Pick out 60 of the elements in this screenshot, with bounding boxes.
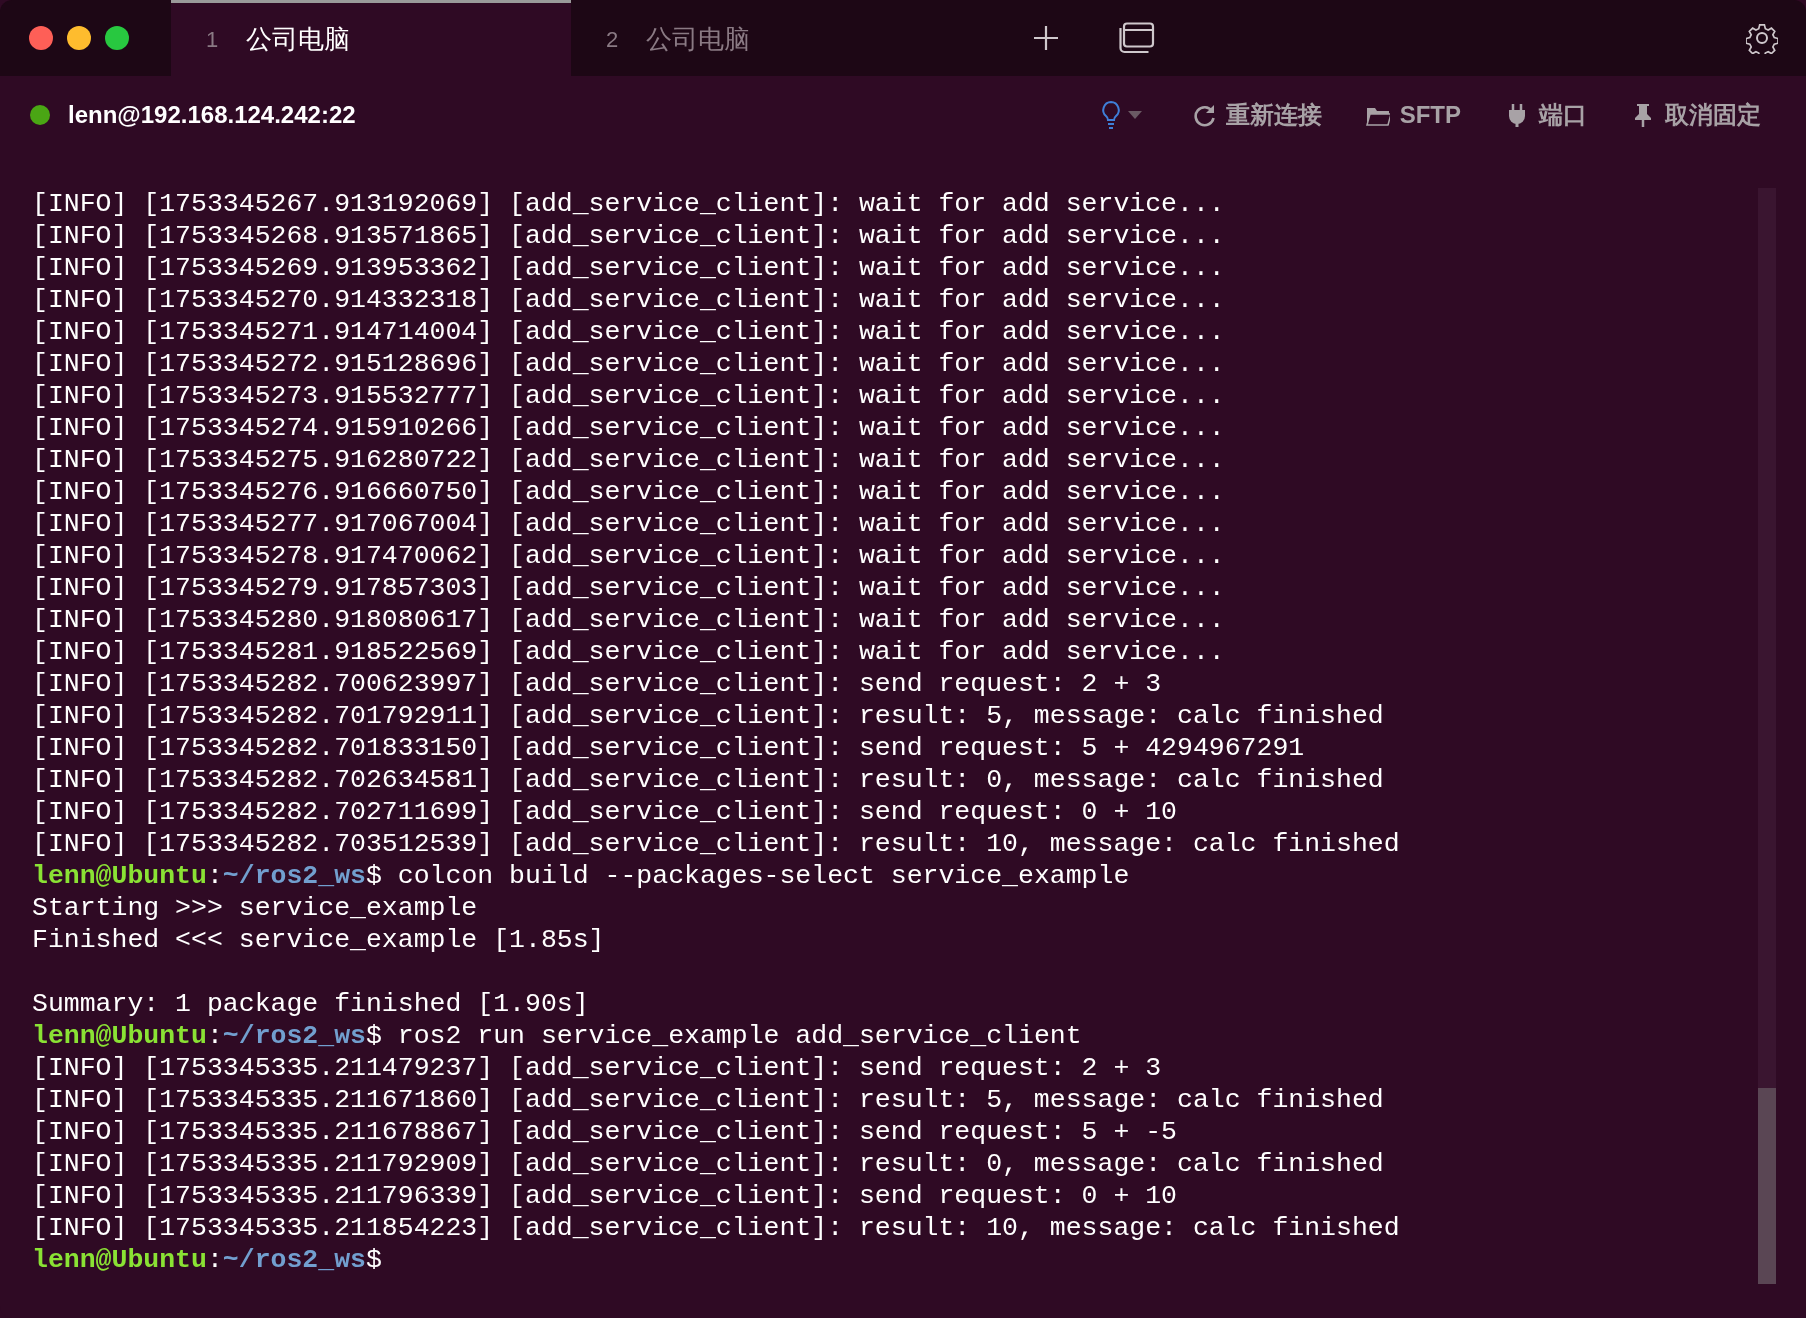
output-line: [INFO] [1753345273.915532777] [add_service_client]: wait for add service... [32,381,1225,411]
output-line: [INFO] [1753345282.703512539] [add_service_client]: result: 10, message: calc finished [32,829,1400,859]
unpin-button[interactable]: 取消固定 [1631,99,1761,131]
output-line: [INFO] [1753345335.211479237] [add_service_client]: send request: 2 + 3 [32,1053,1162,1083]
output-line: [INFO] [1753345274.915910266] [add_service_client]: wait for add service... [32,413,1225,443]
output-line: [INFO] [1753345270.914332318] [add_service_client]: wait for add service... [32,285,1225,315]
output-line: [INFO] [1753345335.211671860] [add_service_client]: result: 5, message: calc finished [32,1085,1384,1115]
windows-icon[interactable] [1119,22,1155,54]
prompt-user: lenn@Ubuntu [32,861,207,891]
output-line: [INFO] [1753345335.211796339] [add_service_client]: send request: 0 + 10 [32,1181,1177,1211]
caret-icon[interactable] [1127,111,1142,119]
prompt-symbol: $ [365,1245,382,1275]
output-line: Starting >>> service_example [32,893,478,923]
output-line: [INFO] [1753345278.917470062] [add_service_client]: wait for add service... [32,541,1225,571]
prompt-path: ~/ros2_ws [222,1021,366,1051]
output-line: [INFO] [1753345269.913953362] [add_service_client]: wait for add service... [32,253,1225,283]
output-line: [INFO] [1753345276.916660750] [add_service_client]: wait for add service... [32,477,1225,507]
output-line: [INFO] [1753345335.211792909] [add_service_client]: result: 0, message: calc finished [32,1149,1384,1179]
lightbulb-icon[interactable] [1099,100,1122,130]
tab[interactable]: 1 公司电脑 [171,0,571,76]
output-line: [INFO] [1753345282.702634581] [add_service_client]: result: 0, message: calc finished [32,765,1384,795]
output-line: [INFO] [1753345268.913571865] [add_service_client]: wait for add service... [32,221,1225,251]
output-line: [INFO] [1753345275.916280722] [add_service_client]: wait for add service... [32,445,1225,475]
output-line: Finished <<< service_example [1.85s] [32,925,605,955]
output-line: [INFO] [1753345282.702711699] [add_service_client]: send request: 0 + 10 [32,797,1177,827]
zoom-button[interactable] [105,26,129,50]
output-line: [INFO] [1753345335.211854223] [add_service_client]: result: 10, message: calc finished [32,1213,1400,1243]
host-address: lenn@192.168.124.242:22 [68,101,356,129]
output-line: [INFO] [1753345271.914714004] [add_service_client]: wait for add service... [32,317,1225,347]
plus-icon[interactable] [1032,24,1060,52]
output-line: [INFO] [1753345280.918080617] [add_service_client]: wait for add service... [32,605,1225,635]
settings-icon[interactable] [1746,22,1778,54]
output-line: [INFO] [1753345282.700623997] [add_service_client]: send request: 2 + 3 [32,669,1162,699]
command-text: colcon build --packages-select service_example [397,861,1130,891]
close-button[interactable] [29,26,53,50]
output-line: [INFO] [1753345272.915128696] [add_service_client]: wait for add service... [32,349,1225,379]
reconnect-button[interactable]: 重新连接 [1191,99,1322,131]
prompt-symbol: $ [365,1021,382,1051]
prompt-user: lenn@Ubuntu [32,1245,207,1275]
port-button[interactable]: 端口 [1505,99,1587,131]
output-line: [INFO] [1753345335.211678867] [add_service_client]: send request: 5 + -5 [32,1117,1177,1147]
reload-icon [1191,103,1216,127]
prompt-path: ~/ros2_ws [222,1245,366,1275]
output-line: [INFO] [1753345267.913192069] [add_service_client]: wait for add service... [32,189,1225,219]
prompt-path: ~/ros2_ws [222,861,366,891]
output-line: [INFO] [1753345281.918522569] [add_service_client]: wait for add service... [32,637,1225,667]
prompt-separator: : [206,861,223,891]
minimize-button[interactable] [67,26,91,50]
output-line: [INFO] [1753345277.917067004] [add_service_client]: wait for add service... [32,509,1225,539]
prompt-separator: : [206,1245,223,1275]
output-line: [INFO] [1753345279.917857303] [add_service_client]: wait for add service... [32,573,1225,603]
output-line: [INFO] [1753345282.701792911] [add_service_client]: result: 5, message: calc finished [32,701,1384,731]
prompt-symbol: $ [365,861,382,891]
sftp-button[interactable]: SFTP [1365,101,1461,129]
command-text: ros2 run service_example add_service_client [397,1021,1082,1051]
prompt-user: lenn@Ubuntu [32,1021,207,1051]
scrollbar-thumb[interactable] [1758,1088,1776,1284]
output-line: Summary: 1 package finished [1.90s] [32,989,589,1019]
output-line: [INFO] [1753345282.701833150] [add_service_client]: send request: 5 + 4294967291 [32,733,1305,763]
prompt-separator: : [206,1021,223,1051]
